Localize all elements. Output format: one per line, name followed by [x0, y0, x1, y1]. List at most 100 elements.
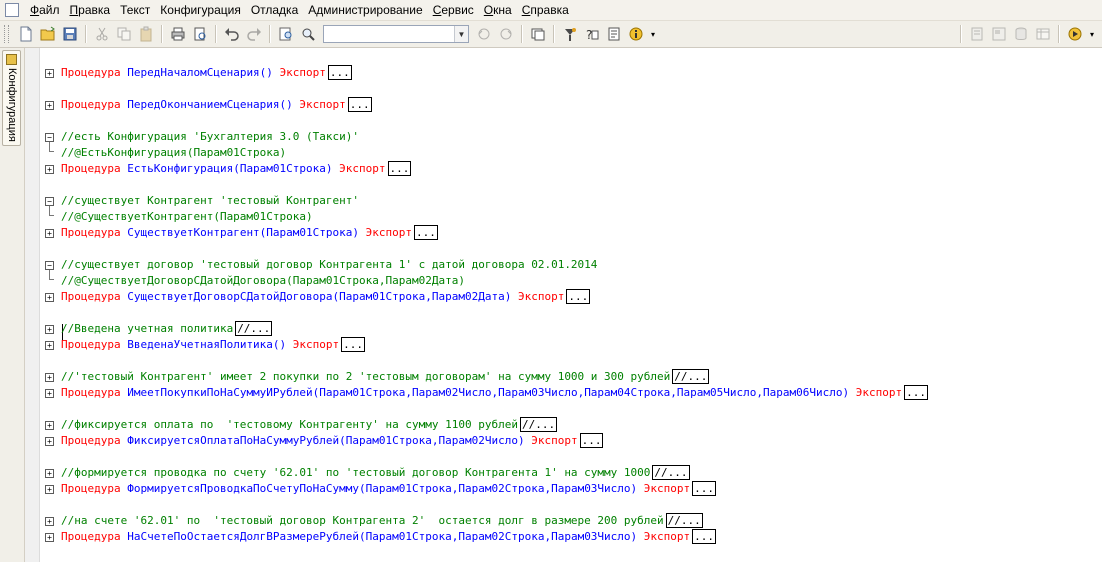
code-line-procedure[interactable]: + Процедура ПередНачаломСценария() Экспор…	[40, 65, 1102, 81]
code-editor[interactable]: + Процедура ПередНачаломСценария() Экспор…	[40, 48, 1102, 562]
collapsed-block-marker[interactable]: ...	[327, 65, 352, 80]
fold-expand-icon[interactable]: +	[45, 469, 54, 478]
code-line-procedure[interactable]: + Процедура НаСчетеПоОстаетсяДолгВРазмере…	[40, 529, 1102, 545]
copy-icon[interactable]	[115, 25, 133, 43]
code-line-procedure[interactable]: + Процедура ВведенаУчетнаяПолитика() Эксп…	[40, 337, 1102, 353]
menu-8[interactable]: Окна	[479, 0, 517, 20]
code-line-comment[interactable]: + //на счете '62.01' по 'тестовый договор…	[40, 513, 1102, 529]
paste-icon[interactable]	[137, 25, 155, 43]
fold-collapse-icon[interactable]: −	[45, 261, 54, 270]
print-preview-icon[interactable]	[191, 25, 209, 43]
run-icon[interactable]	[1066, 25, 1084, 43]
print-icon[interactable]	[169, 25, 187, 43]
collapsed-comment-marker[interactable]: //...	[665, 513, 703, 528]
fold-expand-icon[interactable]: +	[45, 373, 54, 382]
info-icon[interactable]	[627, 25, 645, 43]
fold-expand-icon[interactable]: +	[45, 485, 54, 494]
fold-expand-icon[interactable]: +	[45, 389, 54, 398]
properties-icon[interactable]	[605, 25, 623, 43]
collapsed-comment-marker[interactable]: //...	[519, 417, 558, 432]
code-line-procedure[interactable]: + Процедура ФормируетсяПроводкаПоСчетуПоН…	[40, 481, 1102, 497]
save-icon[interactable]	[61, 25, 79, 43]
code-line-comment[interactable]: + //Введена учетная политика//...	[40, 321, 1102, 337]
code-line-comment[interactable]: //@ЕстьКонфигурация(Парам01Строка)	[40, 142, 1102, 161]
search-combo[interactable]: ▼	[323, 25, 469, 43]
collapsed-comment-marker[interactable]: //...	[235, 321, 273, 336]
redo-icon[interactable]	[245, 25, 263, 43]
fold-expand-icon[interactable]: +	[45, 325, 54, 334]
collapsed-block-marker[interactable]: ...	[414, 225, 438, 240]
collapsed-comment-marker[interactable]: //...	[652, 465, 690, 480]
menu-3[interactable]: Текст	[115, 0, 155, 20]
search-forward-icon[interactable]	[497, 25, 515, 43]
menu-6[interactable]: Администрирование	[303, 0, 427, 20]
code-line-procedure[interactable]: + Процедура СуществуетКонтрагент(Парам01С…	[40, 225, 1102, 241]
code-line-comment[interactable]: + //'тестовый Контрагент' имеет 2 покупки…	[40, 369, 1102, 385]
collapsed-block-marker[interactable]: ...	[347, 97, 372, 112]
window-icon[interactable]	[529, 25, 547, 43]
form-icon[interactable]	[990, 25, 1008, 43]
collapsed-block-marker[interactable]: ...	[904, 385, 928, 400]
fold-expand-icon[interactable]: +	[45, 341, 54, 350]
menu-9[interactable]: Справка	[517, 0, 574, 20]
menu-2[interactable]: Правка	[65, 0, 116, 20]
syntax-help-icon[interactable]: ?	[583, 25, 601, 43]
fold-expand-icon[interactable]: +	[45, 69, 54, 78]
comment-text: //есть Конфигурация 'Бухгалтерия 3.0 (Та…	[61, 130, 360, 143]
database-icon[interactable]	[1012, 25, 1030, 43]
toolbar-grip[interactable]	[4, 25, 9, 43]
fold-expand-icon[interactable]: +	[45, 101, 54, 110]
fold-expand-icon[interactable]: +	[45, 165, 54, 174]
collapsed-block-marker[interactable]: ...	[579, 433, 604, 448]
menu-1[interactable]: Файл	[25, 0, 65, 20]
fold-expand-icon[interactable]: +	[45, 437, 54, 446]
collapsed-block-marker[interactable]: ...	[341, 337, 366, 352]
menu-5[interactable]: Отладка	[246, 0, 303, 20]
sidebar-tab-configuration[interactable]: Конфигурация	[2, 50, 21, 146]
fold-expand-icon[interactable]: +	[45, 533, 54, 542]
code-line-comment[interactable]: + //формируется проводка по счету '62.01'…	[40, 465, 1102, 481]
keyword-export: Экспорт	[339, 162, 386, 175]
code-line-procedure[interactable]: + Процедура ЕстьКонфигурация(Парам01Строк…	[40, 161, 1102, 177]
dropdown-arrow-icon[interactable]: ▾	[1088, 25, 1096, 43]
new-document-icon[interactable]	[17, 25, 35, 43]
menu-4[interactable]: Конфигурация	[155, 0, 246, 20]
menu-7[interactable]: Сервис	[428, 0, 479, 20]
fold-collapse-icon[interactable]: −	[45, 197, 54, 206]
find-icon[interactable]	[277, 25, 295, 43]
editor-gutter[interactable]	[25, 48, 40, 562]
code-line-procedure[interactable]: + Процедура ИмеетПокупкиПоНаСуммуИРублей(…	[40, 385, 1102, 401]
dropdown-arrow-icon[interactable]: ▾	[649, 25, 657, 43]
code-line-comment[interactable]: //@СуществуетКонтрагент(Парам01Строка)	[40, 206, 1102, 225]
code-line-procedure[interactable]: + Процедура СуществуетДоговорСДатойДогово…	[40, 289, 1102, 305]
fold-collapse-icon[interactable]: −	[45, 133, 54, 142]
module-icon[interactable]	[968, 25, 986, 43]
collapsed-block-marker[interactable]: ...	[692, 529, 717, 544]
collapsed-block-marker[interactable]: ...	[387, 161, 412, 176]
find-next-icon[interactable]	[299, 25, 317, 43]
code-line-procedure[interactable]: + Процедура ПередОкончаниемСценария() Экс…	[40, 97, 1102, 113]
undo-icon[interactable]	[223, 25, 241, 43]
fold-expand-icon[interactable]: +	[45, 421, 54, 430]
search-back-icon[interactable]	[475, 25, 493, 43]
chevron-down-icon[interactable]: ▼	[454, 26, 468, 42]
search-input[interactable]	[324, 26, 454, 42]
code-line-comment[interactable]: + //фиксируется оплата по 'тестовому Конт…	[40, 417, 1102, 433]
code-line-comment[interactable]: −//существует Контрагент 'тестовый Контр…	[40, 193, 1102, 209]
cut-icon[interactable]	[93, 25, 111, 43]
code-line-comment[interactable]: //@СуществуетДоговорСДатойДоговора(Парам…	[40, 270, 1102, 289]
collapsed-comment-marker[interactable]: //...	[672, 369, 710, 384]
procedure-name: СуществуетКонтрагент(Парам01Строка)	[120, 226, 366, 239]
fold-expand-icon[interactable]: +	[45, 517, 54, 526]
collapsed-block-marker[interactable]: ...	[692, 481, 717, 496]
app-document-icon[interactable]	[5, 3, 19, 17]
collapsed-block-marker[interactable]: ...	[566, 289, 591, 304]
code-line-comment[interactable]: −//существует договор 'тестовый договор …	[40, 257, 1102, 273]
code-line-comment[interactable]: −//есть Конфигурация 'Бухгалтерия 3.0 (Т…	[40, 129, 1102, 145]
open-folder-icon[interactable]	[39, 25, 57, 43]
debug-icon[interactable]	[561, 25, 579, 43]
fold-expand-icon[interactable]: +	[45, 293, 54, 302]
code-line-procedure[interactable]: + Процедура ФиксируетсяОплатаПоНаСуммуРуб…	[40, 433, 1102, 449]
fold-expand-icon[interactable]: +	[45, 229, 54, 238]
table-icon[interactable]	[1034, 25, 1052, 43]
